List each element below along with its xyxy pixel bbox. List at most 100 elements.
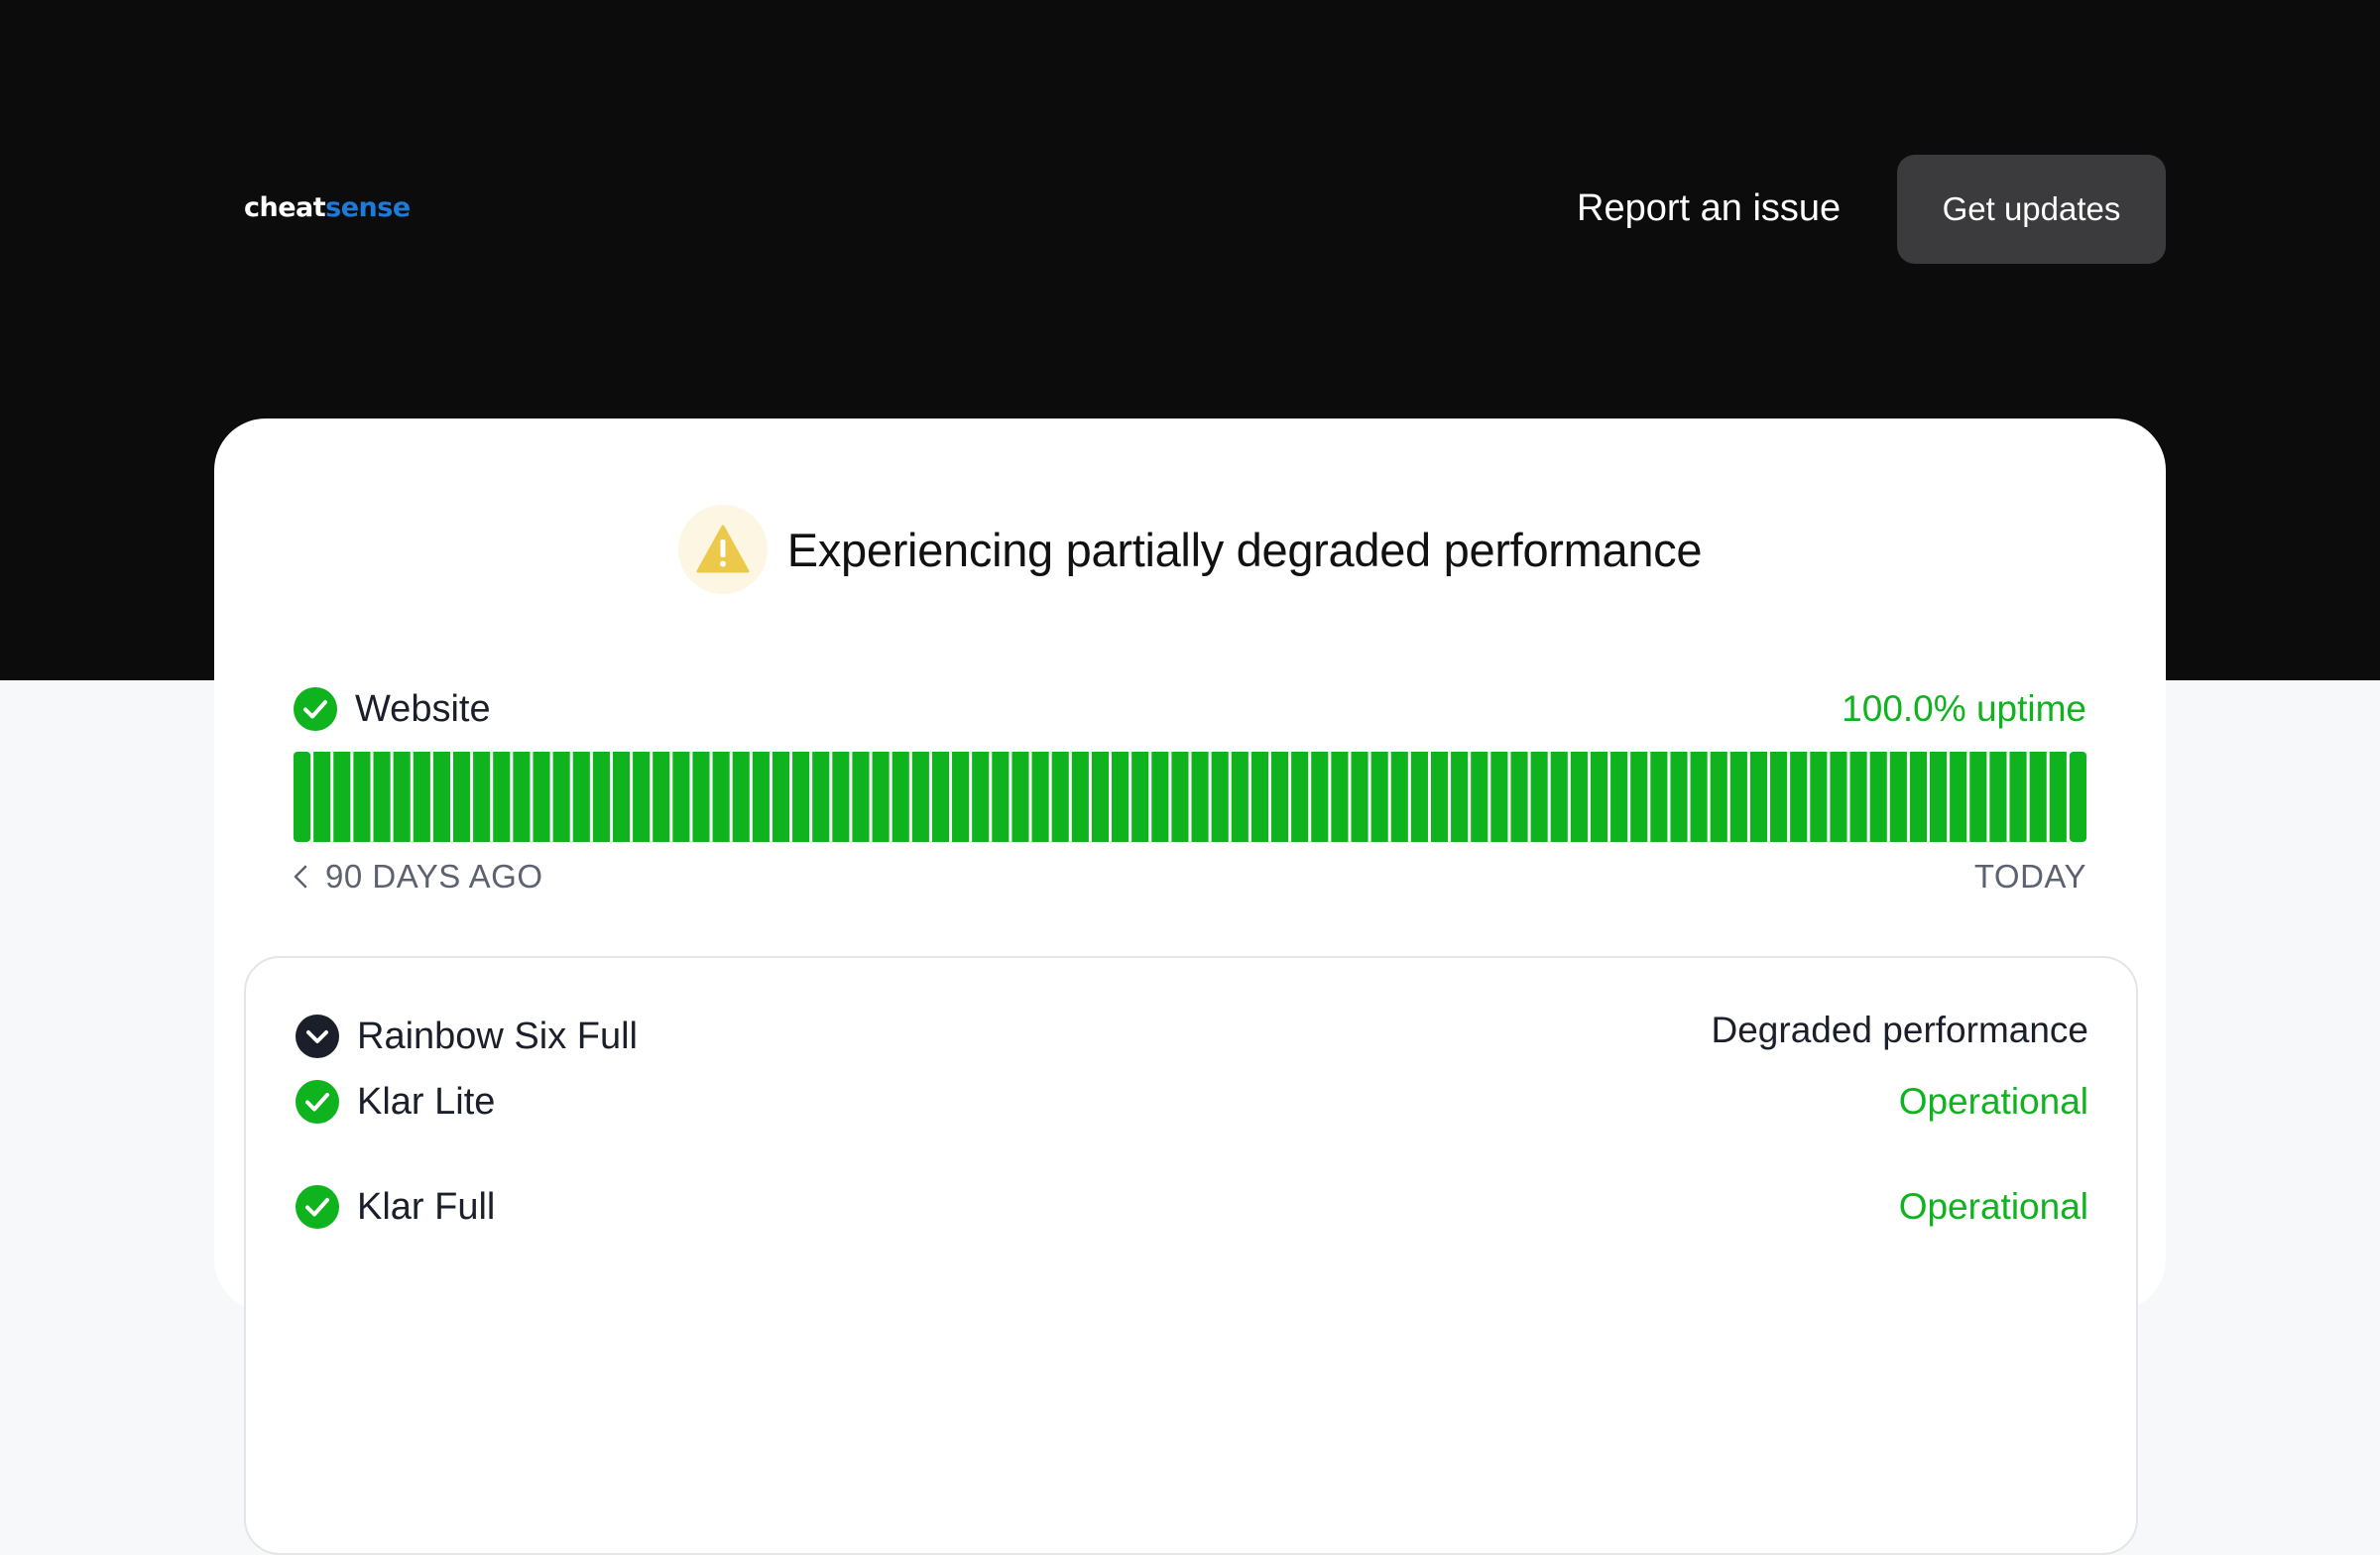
uptime-day-bar[interactable] [1112,752,1130,842]
uptime-day-bar[interactable] [393,752,411,842]
uptime-day-bar[interactable] [1471,752,1488,842]
uptime-day-bar[interactable] [1370,752,1388,842]
uptime-day-bar[interactable] [1810,752,1828,842]
uptime-day-bar[interactable] [473,752,491,842]
uptime-day-bar[interactable] [1031,752,1049,842]
uptime-day-bar[interactable] [1670,752,1688,842]
uptime-day-bar[interactable] [1250,752,1268,842]
uptime-day-bar[interactable] [792,752,810,842]
uptime-day-bar[interactable] [911,752,929,842]
uptime-day-bar[interactable] [432,752,450,842]
uptime-day-bar[interactable] [1231,752,1249,842]
uptime-day-bar[interactable] [931,752,950,842]
uptime-day-bar[interactable] [1610,752,1628,842]
uptime-day-bar[interactable] [1091,752,1110,842]
uptime-day-bar[interactable] [493,752,511,842]
uptime-day-bar[interactable] [1869,752,1887,842]
uptime-day-bar[interactable] [1729,752,1747,842]
uptime-day-bar[interactable] [692,752,710,842]
uptime-day-bar[interactable] [1211,752,1229,842]
uptime-day-bar[interactable] [712,752,730,842]
uptime-day-bar[interactable] [1490,752,1508,842]
uptime-day-bar[interactable] [1270,752,1289,842]
uptime-day-bar[interactable] [1650,752,1668,842]
component-name: Klar Full [357,1186,496,1228]
uptime-day-bar[interactable] [2049,752,2067,842]
uptime-day-bar[interactable] [1710,752,1727,842]
uptime-day-bar[interactable] [592,752,610,842]
uptime-day-bar[interactable] [1012,752,1029,842]
uptime-day-bar[interactable] [1430,752,1449,842]
uptime-day-bar[interactable] [1630,752,1648,842]
uptime-day-bar[interactable] [552,752,570,842]
uptime-day-bar[interactable] [572,752,590,842]
uptime-day-bar[interactable] [872,752,890,842]
uptime-day-bar[interactable] [672,752,690,842]
uptime-day-bar[interactable] [1749,752,1768,842]
list-item: Klar Lite Operational [296,1075,2088,1129]
uptime-day-bar[interactable] [992,752,1010,842]
chevron-left-icon[interactable] [294,865,307,889]
get-updates-button[interactable]: Get updates [1897,155,2166,264]
uptime-day-bar[interactable] [1849,752,1867,842]
uptime-day-bar[interactable] [1291,752,1309,842]
uptime-day-bar[interactable] [1191,752,1209,842]
uptime-day-bar[interactable] [1390,752,1408,842]
uptime-day-bar[interactable] [972,752,990,842]
uptime-day-bar[interactable] [1311,752,1329,842]
uptime-day-bar[interactable] [1171,752,1189,842]
uptime-day-bar[interactable] [294,752,311,842]
uptime-day-bar[interactable] [852,752,870,842]
uptime-day-bar[interactable] [1770,752,1788,842]
uptime-day-bar[interactable] [413,752,430,842]
uptime-day-bar[interactable] [2009,752,2027,842]
uptime-day-bar[interactable] [1550,752,1568,842]
uptime-day-bar[interactable] [633,752,651,842]
uptime-day-bar[interactable] [612,752,631,842]
uptime-day-bar[interactable] [1690,752,1708,842]
uptime-day-bar[interactable] [1790,752,1808,842]
cheatsense-logo[interactable]: cheatsense [244,188,411,228]
uptime-day-bar[interactable] [1909,752,1928,842]
uptime-bar-chart [294,752,2086,842]
uptime-day-bar[interactable] [1451,752,1469,842]
uptime-day-bar[interactable] [2029,752,2047,842]
chevron-down-icon[interactable] [296,1015,339,1058]
uptime-day-bar[interactable] [732,752,750,842]
uptime-day-bar[interactable] [353,752,371,842]
uptime-day-bar[interactable] [752,752,770,842]
uptime-day-bar[interactable] [1131,752,1149,842]
uptime-day-bar[interactable] [373,752,391,842]
uptime-day-bar[interactable] [832,752,850,842]
uptime-day-bar[interactable] [1351,752,1368,842]
uptime-day-bar[interactable] [1530,752,1548,842]
uptime-day-bar[interactable] [1510,752,1528,842]
uptime-day-bar[interactable] [1889,752,1907,842]
uptime-day-bar[interactable] [1331,752,1349,842]
group-header-row[interactable]: Rainbow Six Full Degraded performance [296,1010,2088,1063]
report-issue-link[interactable]: Report an issue [1577,180,1841,236]
uptime-day-bar[interactable] [952,752,970,842]
uptime-day-bar[interactable] [1410,752,1428,842]
uptime-day-bar[interactable] [333,752,351,842]
uptime-day-bar[interactable] [1950,752,1967,842]
uptime-day-bar[interactable] [533,752,550,842]
uptime-day-bar[interactable] [513,752,531,842]
uptime-day-bar[interactable] [653,752,670,842]
uptime-day-bar[interactable] [1989,752,2007,842]
uptime-day-bar[interactable] [452,752,471,842]
uptime-day-bar[interactable] [1051,752,1069,842]
uptime-day-bar[interactable] [812,752,830,842]
uptime-day-bar[interactable] [1830,752,1847,842]
uptime-day-bar[interactable] [1071,752,1089,842]
component-name: Klar Lite [357,1081,496,1123]
uptime-day-bar[interactable] [313,752,331,842]
uptime-day-bar[interactable] [1590,752,1608,842]
uptime-day-bar[interactable] [1930,752,1948,842]
uptime-day-bar[interactable] [1151,752,1169,842]
uptime-day-bar[interactable] [772,752,790,842]
uptime-day-bar[interactable] [892,752,909,842]
uptime-day-bar[interactable] [1570,752,1588,842]
uptime-day-bar[interactable] [2069,752,2086,842]
uptime-day-bar[interactable] [1969,752,1987,842]
